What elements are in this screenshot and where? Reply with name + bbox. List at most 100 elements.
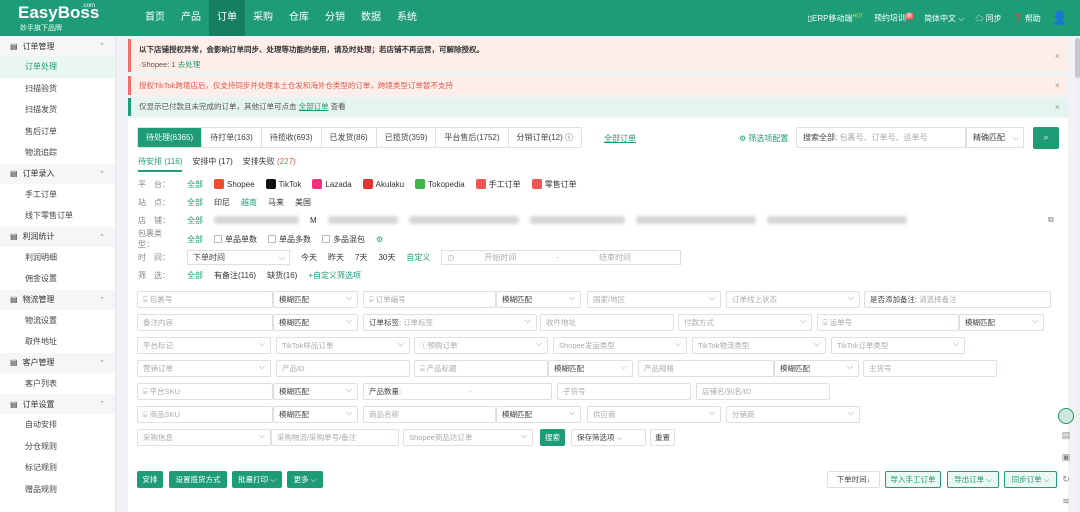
site-vietnam[interactable]: 越南: [241, 197, 257, 208]
checkbox[interactable]: [268, 234, 276, 243]
product-title-match-select[interactable]: 模糊匹配: [548, 360, 633, 377]
pkg-single-multi[interactable]: 单品多数: [268, 234, 311, 245]
search-button[interactable]: ⌕: [1033, 127, 1059, 149]
tab-distribution[interactable]: 分销订单(12) ⓘ: [509, 128, 581, 147]
platform-sku-match-select[interactable]: 模糊匹配: [273, 383, 358, 400]
receive-address-input[interactable]: 收件地址: [540, 314, 674, 331]
form-search-button[interactable]: 搜索: [540, 429, 565, 446]
order-no-match-select[interactable]: 模糊匹配: [496, 291, 581, 308]
tab-pending[interactable]: 待处理(6365): [138, 128, 203, 147]
close-icon[interactable]: ×: [1055, 51, 1060, 61]
refresh-icon[interactable]: ↻: [1062, 474, 1070, 485]
filter-config-link[interactable]: ⚙ 筛选项配置: [739, 133, 788, 144]
order-no-input[interactable]: ⌸ 订单编号: [363, 291, 496, 308]
alert-all-orders-link[interactable]: 全部订单: [299, 102, 329, 111]
support-avatar[interactable]: [1058, 408, 1074, 424]
pkg-multi-mixed[interactable]: 多品混包: [322, 234, 365, 245]
time-field-select[interactable]: 下单时间 ⌵: [187, 249, 290, 265]
store-redacted[interactable]: [214, 216, 299, 224]
product-title-input[interactable]: ⌸ 产品标题: [414, 360, 548, 377]
all-orders-link[interactable]: 全部订单: [604, 133, 636, 144]
time-7days[interactable]: 7天: [355, 252, 367, 263]
sidebar-item-tracking[interactable]: 物流追踪: [0, 142, 115, 164]
more-button[interactable]: 更多 ⌵: [287, 471, 323, 488]
sidebar-item-pickup-address[interactable]: 取件地址: [0, 331, 115, 353]
time-30days[interactable]: 30天: [378, 252, 395, 263]
payment-method-select[interactable]: 付款方式: [678, 314, 812, 331]
sub-sku-input[interactable]: 子货号: [557, 383, 691, 400]
screen-all[interactable]: 全部: [187, 270, 203, 281]
goods-sku-input[interactable]: ⌸ 商品SKU: [137, 406, 273, 423]
tab-to-print[interactable]: 待打单(163): [202, 128, 262, 147]
main-sku-input[interactable]: 主货号: [863, 360, 997, 377]
store-redacted[interactable]: [408, 216, 519, 224]
store-redacted[interactable]: [635, 216, 756, 224]
sidebar-item-customer-list[interactable]: 客户列表: [0, 373, 115, 395]
settings-icon[interactable]: ⚙: [376, 235, 383, 244]
platform-tokopedia[interactable]: Tokopedia: [415, 179, 465, 189]
platform-tiktok[interactable]: TikTok: [265, 179, 301, 189]
training-link[interactable]: 预约培训新: [874, 12, 914, 24]
sidebar-group-logistics[interactable]: ▤ 物流管理 ⌃: [0, 289, 115, 310]
store-all[interactable]: 全部: [187, 215, 203, 226]
goods-name-match-select[interactable]: 模糊匹配: [496, 406, 581, 423]
sidebar-group-order-entry[interactable]: ▤ 订单录入 ⌃: [0, 163, 115, 184]
checkbox[interactable]: [322, 234, 330, 243]
subtab-arranging[interactable]: 安排中 (17): [192, 156, 232, 172]
time-today[interactable]: 今天: [301, 252, 317, 263]
marketing-order-select[interactable]: 营销订单: [137, 360, 271, 377]
scrollbar-thumb[interactable]: [1075, 38, 1080, 78]
nav-purchase[interactable]: 采购: [245, 0, 281, 36]
sidebar-item-manual-order[interactable]: 手工订单: [0, 184, 115, 206]
nav-order[interactable]: 订单: [209, 0, 245, 36]
nav-home[interactable]: 首页: [137, 0, 173, 36]
tiktok-sample-select[interactable]: TikTok样品订单: [276, 337, 410, 354]
expand-icon[interactable]: ⧉: [1048, 215, 1054, 225]
platform-akulaku[interactable]: Akulaku: [362, 179, 404, 189]
sidebar-item-auto-arrange[interactable]: 自动安排: [0, 414, 115, 436]
arrange-button[interactable]: 安排: [137, 471, 163, 488]
site-all[interactable]: 全部: [187, 197, 203, 208]
sidebar-item-profit-detail[interactable]: 利润明细: [0, 247, 115, 269]
time-custom[interactable]: 自定义: [406, 252, 430, 263]
product-qty-input[interactable]: 产品数量: -: [363, 383, 552, 400]
screen-has-remark[interactable]: 有备注(116): [214, 270, 256, 281]
match-mode-select[interactable]: 精确匹配 ⌵: [966, 127, 1024, 148]
sidebar-item-scan-inspect[interactable]: 扫描验货: [0, 78, 115, 100]
waybill-match-select[interactable]: 模糊匹配: [959, 314, 1044, 331]
purchase-search-input[interactable]: 采购物流/采购单号/备注: [271, 429, 399, 446]
pkg-all[interactable]: 全部: [187, 234, 203, 245]
tab-aftersale[interactable]: 平台售后(1752): [436, 128, 509, 147]
presale-select[interactable]: ⓘ预购订单: [414, 337, 548, 354]
close-icon[interactable]: ×: [1055, 101, 1060, 113]
supplier-select[interactable]: 供应商: [587, 406, 721, 423]
sidebar-item-commission[interactable]: 佣金设置: [0, 268, 115, 290]
sidebar-item-offline-retail[interactable]: 线下零售订单: [0, 205, 115, 227]
language-select[interactable]: 简体中文 ⌵: [924, 13, 964, 24]
time-yesterday[interactable]: 昨天: [328, 252, 344, 263]
store-redacted[interactable]: [327, 216, 398, 224]
alert-auth-link[interactable]: 去处理: [178, 60, 201, 69]
sidebar-group-order-mgmt[interactable]: ▤ 订单管理 ⌃: [0, 36, 115, 56]
subtab-pending[interactable]: 待安排 (116): [138, 156, 183, 172]
platform-lazada[interactable]: Lazada: [312, 179, 352, 189]
product-spec-match-select[interactable]: 模糊匹配: [774, 360, 859, 377]
purchase-info-select[interactable]: 采购信息: [137, 429, 271, 446]
order-tag-select[interactable]: 订单标签: 订单标签: [363, 314, 537, 331]
pkg-single-single[interactable]: 单品单数: [214, 234, 257, 245]
reset-button[interactable]: 重置: [650, 429, 675, 446]
platform-sku-input[interactable]: ⌸ 平台SKU: [137, 383, 273, 400]
sync-button[interactable]: ☁ 同步: [975, 13, 1001, 24]
nav-product[interactable]: 产品: [173, 0, 209, 36]
distributor-select[interactable]: 分销商: [726, 406, 860, 423]
package-no-input[interactable]: ⌸ 包裹号: [137, 291, 273, 308]
scrollbar[interactable]: [1075, 36, 1080, 512]
export-order-button[interactable]: 导出订单 ⌵: [947, 471, 999, 488]
erp-mobile-link[interactable]: ▯ERP移动端HOT: [808, 13, 863, 24]
import-manual-order-button[interactable]: 导入手工订单: [885, 471, 941, 488]
country-select[interactable]: 国家/地区: [587, 291, 721, 308]
history-icon[interactable]: ▣: [1062, 452, 1071, 463]
store-redacted[interactable]: [529, 216, 625, 224]
remark-match-select[interactable]: 模糊匹配: [273, 314, 358, 331]
sidebar-item-gift-rules[interactable]: 赠品规则: [0, 479, 115, 501]
